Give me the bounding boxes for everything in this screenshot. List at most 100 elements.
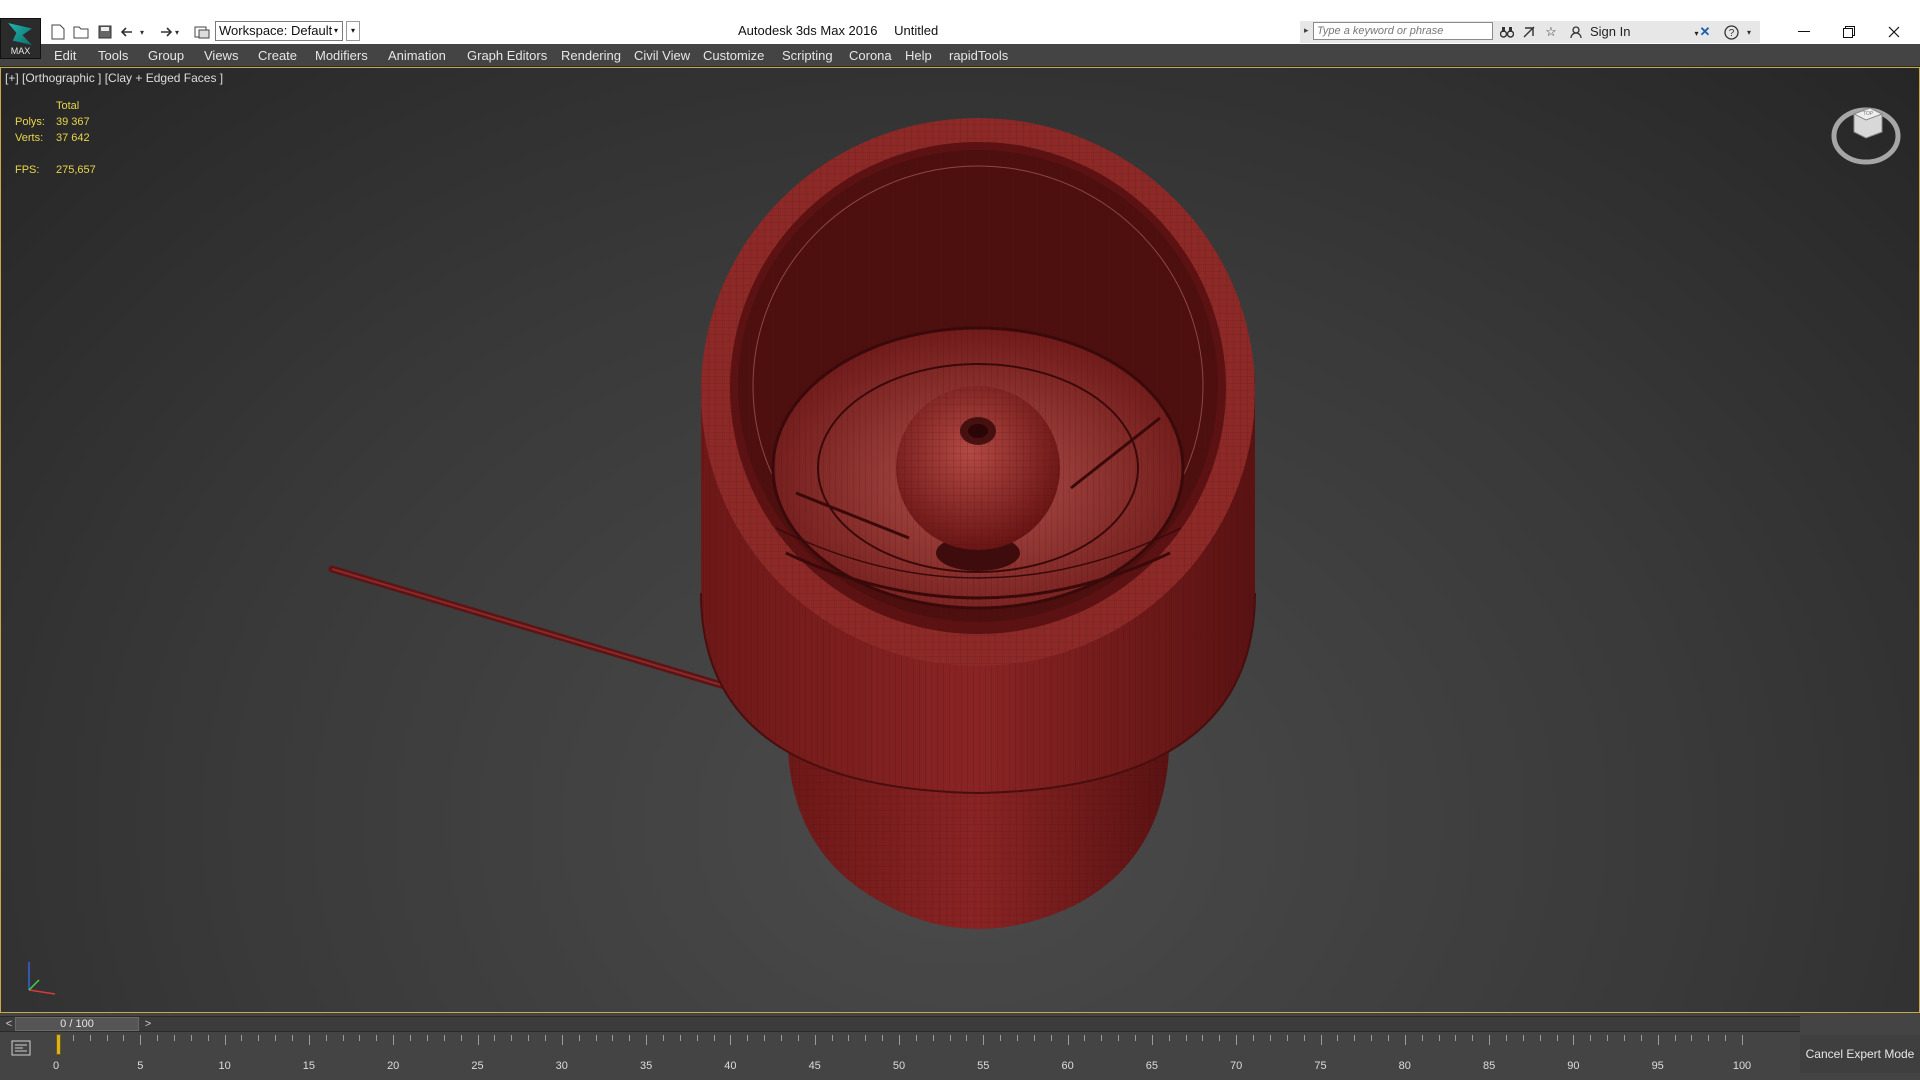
trackbar-tick [1640,1035,1642,1041]
help-icon[interactable]: ? [1722,23,1740,41]
menu-rendering[interactable]: Rendering [561,48,621,63]
trackbar-tick [275,1035,277,1041]
trackbar-tick [932,1035,934,1041]
trackbar-tick [1573,1035,1575,1045]
trackbar-tick [460,1035,462,1041]
trackbar-tick [308,1035,310,1045]
trackbar-tick [696,1035,698,1041]
trackbar-tick [190,1035,192,1041]
trackbar-label: 35 [639,1060,653,1072]
menu-rapidtools[interactable]: rapidTools [949,48,1008,63]
trackbar-tick [1050,1035,1052,1041]
menu-edit[interactable]: Edit [54,48,76,63]
trackbar-tick [1303,1035,1305,1041]
current-time-marker[interactable] [56,1034,61,1055]
workspace-select[interactable]: Workspace: Default ▾ [215,21,343,41]
undo-icon[interactable] [119,23,139,41]
help-dropdown-icon[interactable]: ▾ [1740,23,1758,41]
trackbar-label: 70 [1230,1060,1243,1072]
save-icon[interactable] [95,23,115,41]
menu-scripting[interactable]: Scripting [782,48,833,63]
menu-civil-view[interactable]: Civil View [634,48,690,63]
trackbar-label: 5 [137,1060,144,1072]
track-bar[interactable]: 0 5 10 15 20 25 30 35 40 45 50 55 60 65 70 75 80 85 90 95 10… [53,1035,1754,1075]
trackbar-tick [966,1035,968,1041]
undo-dropdown-icon[interactable]: ▾ [137,23,147,41]
minimize-button[interactable] [1789,21,1819,43]
menu-views[interactable]: Views [204,48,238,63]
subscription-icon[interactable] [1520,23,1538,41]
trackbar-label: 90 [1567,1060,1580,1072]
window-title: Autodesk 3ds Max 2016 Untitled [738,23,951,38]
restore-button[interactable] [1834,21,1864,43]
customize-toolbar-icon[interactable]: ▾ [346,21,360,41]
trackbar-tick [915,1035,917,1041]
binoculars-icon[interactable] [1498,23,1516,41]
time-slider-thumb[interactable]: 0 / 100 [15,1017,139,1031]
previous-frame-button[interactable]: < [2,1017,16,1031]
trackbar-tick [426,1035,428,1041]
open-file-icon[interactable] [71,23,91,41]
star-icon[interactable]: ☆ [1542,23,1560,41]
chevron-down-icon: ▾ [333,26,338,35]
title-bar: ▾ ▾ Workspace: Default ▾ ▾ Autodesk 3ds … [0,0,1920,45]
trackbar-tick [241,1035,243,1041]
trackbar-tick [1505,1035,1507,1041]
menu-tools[interactable]: Tools [98,48,128,63]
user-icon [1567,23,1585,41]
sign-in-button[interactable]: Sign In ▾ [1590,24,1699,39]
close-button[interactable] [1879,21,1909,43]
trackbar-tick [511,1035,513,1041]
menu-animation[interactable]: Animation [388,48,446,63]
menu-create[interactable]: Create [258,48,297,63]
exchange-apps-icon[interactable]: ✕ [1696,23,1714,41]
curve-editor-toggle-icon[interactable] [8,1037,34,1059]
search-input[interactable] [1313,22,1493,40]
trackbar-tick [1708,1035,1710,1041]
viewport-orthographic[interactable]: [+] [Orthographic ] [Clay + Edged Faces … [0,67,1920,1013]
trackbar-tick [1151,1035,1153,1045]
trackbar-tick [1455,1035,1457,1041]
cancel-expert-mode-button[interactable]: Cancel Expert Mode [1800,1035,1920,1073]
trackbar-label: 95 [1651,1060,1664,1072]
menu-help[interactable]: Help [905,48,932,63]
trackbar-label: 40 [724,1060,737,1072]
trackbar-tick [258,1035,260,1041]
expand-arrow-icon[interactable]: ▸ [1304,25,1309,36]
trackbar-tick [1101,1035,1103,1041]
axis-tripod [28,962,56,995]
lamp-model[interactable] [1,68,1919,1012]
trackbar-tick [1286,1035,1288,1041]
trackbar-tick [393,1035,395,1045]
trackbar-label: 50 [892,1060,906,1072]
trackbar-tick [1472,1035,1474,1041]
trackbar-tick [561,1035,563,1045]
trackbar-tick [848,1035,850,1041]
trackbar-tick [1623,1035,1625,1041]
trackbar-label: 45 [808,1060,821,1072]
trackbar-tick [1725,1035,1727,1041]
next-frame-button[interactable]: > [141,1017,155,1031]
time-slider[interactable]: < 0 / 100 > [0,1016,1800,1032]
menu-graph-editors[interactable]: Graph Editors [467,48,547,63]
trackbar-tick [797,1035,799,1041]
redo-icon[interactable] [154,23,174,41]
trackbar-tick [1168,1035,1170,1041]
new-file-icon[interactable] [48,23,68,41]
menu-modifiers[interactable]: Modifiers [315,48,368,63]
trackbar-tick [713,1035,715,1041]
trackbar-tick [730,1035,732,1045]
project-folder-icon[interactable] [192,23,212,41]
application-menu-button[interactable]: MAX [0,18,41,59]
redo-dropdown-icon[interactable]: ▾ [172,23,182,41]
viewcube[interactable]: TOP [1826,92,1906,172]
menu-corona[interactable]: Corona [849,48,892,63]
svg-text:TOP: TOP [1863,111,1874,117]
trackbar-tick [1033,1035,1035,1041]
trackbar-tick [1556,1035,1558,1041]
menu-customize[interactable]: Customize [703,48,764,63]
menu-group[interactable]: Group [148,48,184,63]
trackbar-tick [1590,1035,1592,1041]
trackbar-tick [764,1035,766,1041]
trackbar-tick [1421,1035,1423,1041]
